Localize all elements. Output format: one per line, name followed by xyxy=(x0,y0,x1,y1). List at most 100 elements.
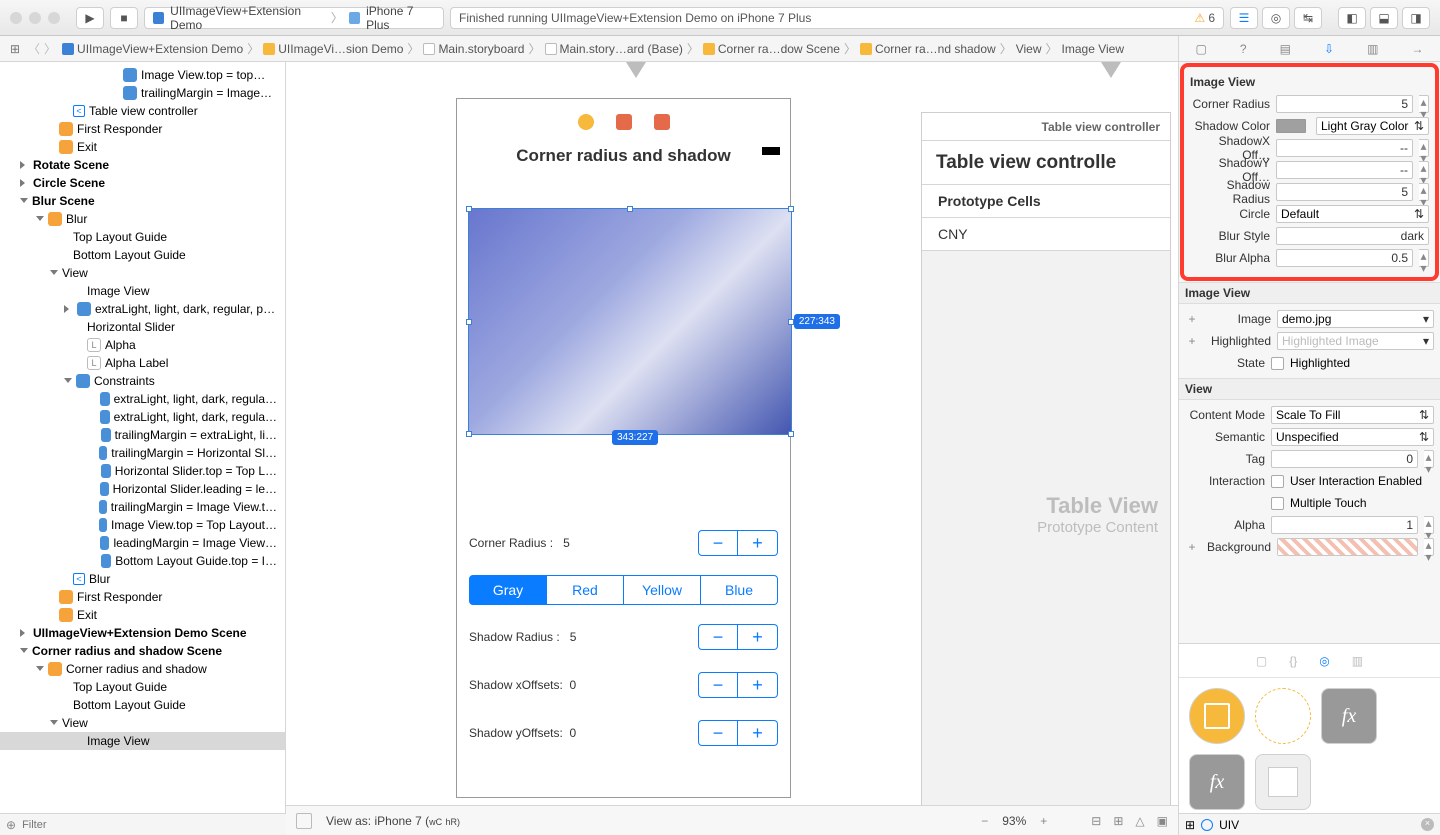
scene-phone[interactable]: Corner radius and shadow 227:343 343:227… xyxy=(456,98,791,798)
zoom-in[interactable]: + xyxy=(1040,814,1047,828)
align-icon[interactable]: ⊟ xyxy=(1091,814,1101,828)
editor-assistant[interactable]: ◎ xyxy=(1262,7,1290,29)
outline-item[interactable]: trailingMargin = Horizontal Sl… xyxy=(0,444,285,462)
zoom-dot[interactable] xyxy=(48,12,60,24)
outline-item[interactable]: Rotate Scene xyxy=(0,156,285,174)
breadcrumb[interactable]: Corner ra…nd shadow xyxy=(858,42,998,56)
property-input[interactable]: -- xyxy=(1276,161,1413,179)
breadcrumb[interactable]: Main.storyboard xyxy=(421,42,526,56)
stepper[interactable]: ▴▾ xyxy=(1419,183,1429,201)
editor-standard[interactable]: ☰ xyxy=(1230,7,1258,29)
outline-item[interactable]: First Responder xyxy=(0,120,285,138)
outline-item[interactable]: Image View xyxy=(0,282,285,300)
image-combo[interactable]: demo.jpg▾ xyxy=(1277,310,1434,328)
stepper[interactable]: ▴▾ xyxy=(1419,139,1429,157)
scene-header[interactable]: Table view controller xyxy=(922,113,1170,141)
stepper[interactable]: ▴▾ xyxy=(1419,161,1429,179)
property-input[interactable]: 5 xyxy=(1276,183,1413,201)
zoom-out[interactable]: − xyxy=(981,814,988,828)
zoom-label[interactable]: 93% xyxy=(1002,814,1026,828)
mt-checkbox[interactable] xyxy=(1271,497,1284,510)
minus-button[interactable]: − xyxy=(698,530,738,556)
outline-item[interactable]: Exit xyxy=(0,138,285,156)
forward-button[interactable]: 〉 xyxy=(44,40,56,57)
outline-item[interactable]: Circle Scene xyxy=(0,174,285,192)
lib-fx-icon[interactable]: fx xyxy=(1189,754,1245,810)
outline-item[interactable]: Image View.top = Top Layout… xyxy=(0,516,285,534)
outline-item[interactable]: Corner radius and shadow Scene xyxy=(0,642,285,660)
min-dot[interactable] xyxy=(29,12,41,24)
semantic-combo[interactable]: Unspecified⇅ xyxy=(1271,428,1434,446)
panel-right[interactable]: ◨ xyxy=(1402,7,1430,29)
property-input[interactable]: Default⇅ xyxy=(1276,205,1429,223)
attributes-inspector-icon[interactable]: ⇩ xyxy=(1324,42,1334,56)
minus-button[interactable]: − xyxy=(698,624,738,650)
clear-icon[interactable]: × xyxy=(1421,818,1434,831)
breadcrumb[interactable]: Main.story…ard (Base) xyxy=(543,42,685,56)
resize-handle[interactable] xyxy=(466,431,472,437)
breadcrumb[interactable]: UIImageVi…sion Demo xyxy=(261,42,405,56)
property-input[interactable]: dark xyxy=(1276,227,1429,245)
minus-button[interactable]: − xyxy=(698,672,738,698)
outline-item[interactable]: Corner radius and shadow xyxy=(0,660,285,678)
bg-color-well[interactable] xyxy=(1277,538,1418,556)
lib-view-icon[interactable] xyxy=(1255,754,1311,810)
resize-handle[interactable] xyxy=(466,319,472,325)
ib-canvas[interactable]: Corner radius and shadow 227:343 343:227… xyxy=(286,62,1178,805)
segment-red[interactable]: Red xyxy=(547,575,624,605)
inspector-tabs[interactable]: ▢ ? ▤ ⇩ ▥ → xyxy=(1179,36,1440,62)
property-input[interactable]: -- xyxy=(1276,139,1413,157)
outline-item[interactable]: extraLight, light, dark, regula… xyxy=(0,390,285,408)
outline-item[interactable]: trailingMargin = Image… xyxy=(0,84,285,102)
related-items-icon[interactable]: ⊞ xyxy=(6,42,24,56)
back-button[interactable]: 〈 xyxy=(28,40,40,57)
plus-icon[interactable]: + xyxy=(1185,540,1199,554)
stepper[interactable]: ▴▾ xyxy=(1424,450,1434,468)
resize-handle[interactable] xyxy=(788,431,794,437)
resize-handle[interactable] xyxy=(466,206,472,212)
outline-item[interactable]: View xyxy=(0,264,285,282)
embed-icon[interactable]: ▣ xyxy=(1157,814,1168,828)
scheme-selector[interactable]: UIImageView+Extension Demo 〉 iPhone 7 Pl… xyxy=(144,7,444,29)
window-controls[interactable] xyxy=(10,12,60,24)
lib-vc-icon[interactable] xyxy=(1189,688,1245,744)
breadcrumb[interactable]: View xyxy=(1014,42,1044,56)
identity-inspector-icon[interactable]: ▤ xyxy=(1280,42,1291,56)
outline-item[interactable]: Constraints xyxy=(0,372,285,390)
outline-item[interactable]: trailingMargin = Image View.t… xyxy=(0,498,285,516)
plus-button[interactable]: + xyxy=(738,530,778,556)
exit-icon[interactable] xyxy=(654,114,670,130)
outline-item[interactable]: extraLight, light, dark, regular, p… xyxy=(0,300,285,318)
panel-left[interactable]: ◧ xyxy=(1338,7,1366,29)
uie-checkbox[interactable] xyxy=(1271,475,1284,488)
lib-fx-icon[interactable]: fx xyxy=(1321,688,1377,744)
first-responder-icon[interactable] xyxy=(616,114,632,130)
outline-item[interactable]: Exit xyxy=(0,606,285,624)
minus-button[interactable]: − xyxy=(698,720,738,746)
outline-item[interactable]: Bottom Layout Guide xyxy=(0,246,285,264)
contentmode-combo[interactable]: Scale To Fill⇅ xyxy=(1271,406,1434,424)
pin-icon[interactable]: ⊞ xyxy=(1113,814,1123,828)
lib-placeholder-icon[interactable] xyxy=(1255,688,1311,744)
outline-item[interactable]: Bottom Layout Guide.top = I… xyxy=(0,552,285,570)
run-button[interactable]: ▶ xyxy=(76,7,104,29)
tag-field[interactable]: 0 xyxy=(1271,450,1418,468)
resize-handle[interactable] xyxy=(788,206,794,212)
stepper[interactable]: ▴▾ xyxy=(1419,95,1429,113)
outline-item[interactable]: Horizontal Slider xyxy=(0,318,285,336)
outline-item[interactable]: Blur Scene xyxy=(0,192,285,210)
size-inspector-icon[interactable]: ▥ xyxy=(1367,42,1378,56)
grid-icon[interactable]: ⊞ xyxy=(1185,818,1195,832)
color-swatch[interactable] xyxy=(1276,119,1306,133)
property-input[interactable]: 5 xyxy=(1276,95,1413,113)
plus-button[interactable]: + xyxy=(738,672,778,698)
outline-item[interactable]: Blur xyxy=(0,210,285,228)
outline-item[interactable]: View xyxy=(0,714,285,732)
cell[interactable]: CNY xyxy=(922,218,1170,251)
plus-button[interactable]: + xyxy=(738,624,778,650)
stepper[interactable]: ▴▾ xyxy=(1424,516,1434,534)
resize-handle[interactable] xyxy=(627,206,633,212)
breadcrumb[interactable]: Corner ra…dow Scene xyxy=(701,42,842,56)
outline-item[interactable]: Image View.top = top… xyxy=(0,66,285,84)
selected-imageview[interactable] xyxy=(469,209,791,434)
